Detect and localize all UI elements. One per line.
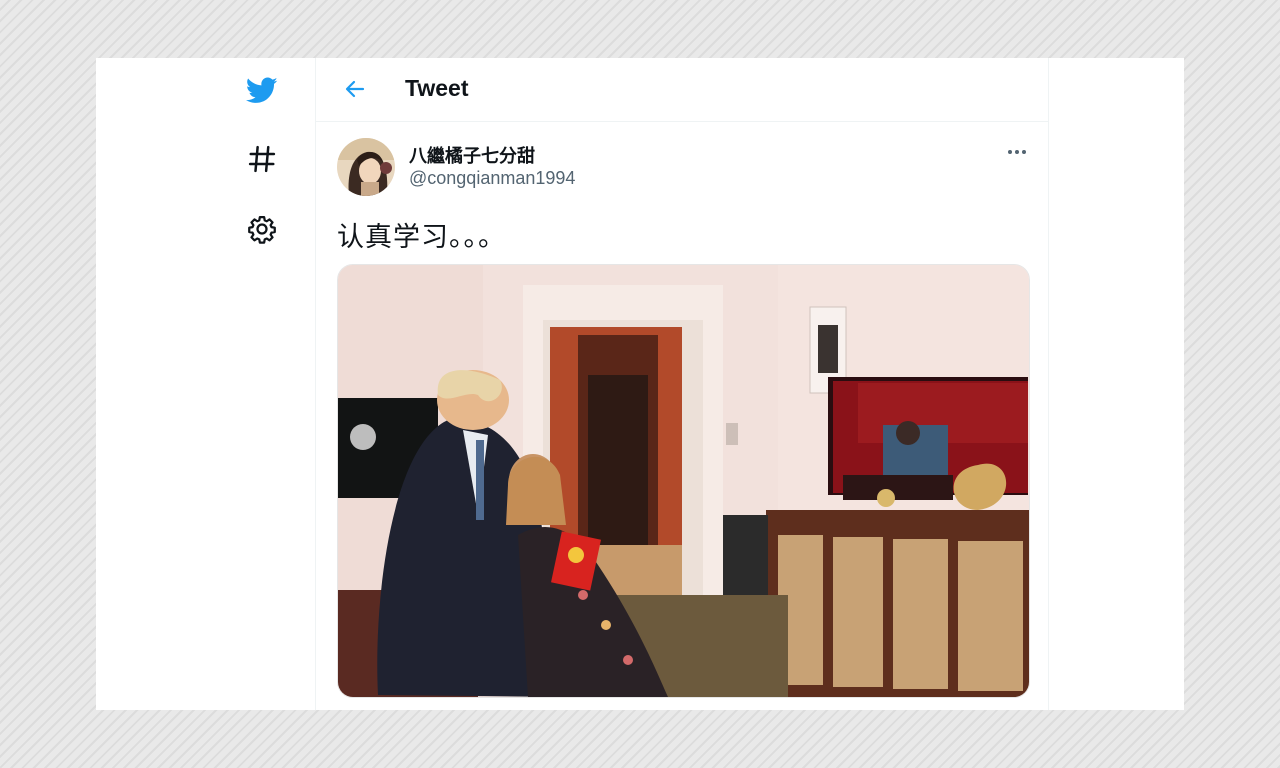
- page-header: Tweet: [316, 58, 1048, 122]
- page-title: Tweet: [405, 75, 469, 101]
- back-button[interactable]: [338, 72, 372, 106]
- hashtag-icon: [248, 145, 276, 173]
- twitter-logo-icon[interactable]: [236, 64, 288, 116]
- more-dots-icon: [1008, 150, 1026, 154]
- arrow-left-icon: [345, 80, 365, 98]
- tweet-photo: [338, 265, 1029, 697]
- author-handle[interactable]: @congqianman1994: [409, 168, 575, 189]
- tweet: 八繼橘子七分甜 @congqianman1994 认真学习。。。: [316, 122, 1048, 710]
- sidebar-item-settings[interactable]: [236, 203, 288, 255]
- avatar[interactable]: [337, 138, 395, 196]
- tweet-media[interactable]: [337, 264, 1030, 698]
- twitter-bird-icon: [245, 77, 278, 103]
- sidebar: [236, 58, 316, 710]
- more-options-button[interactable]: [1000, 140, 1034, 164]
- avatar-image: [337, 138, 395, 196]
- author-display-name[interactable]: 八繼橘子七分甜: [409, 142, 535, 168]
- tweet-text: 认真学习。。。: [337, 222, 506, 252]
- tweet-card: Tweet 八繼橘子七分甜 @congqianman1994 认真学习。。。: [96, 58, 1184, 710]
- sidebar-item-explore[interactable]: [236, 133, 288, 185]
- column-divider: [1048, 58, 1049, 710]
- gear-icon: [248, 216, 276, 244]
